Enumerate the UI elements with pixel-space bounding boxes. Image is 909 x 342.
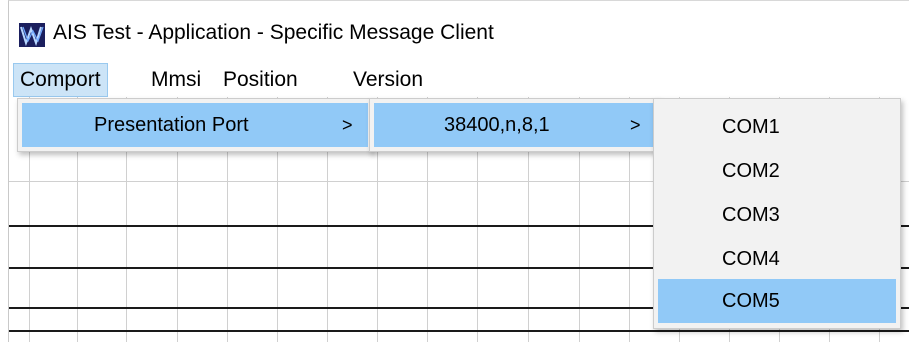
menu-item-label: Presentation Port (94, 114, 249, 136)
app-logo-icon (19, 23, 45, 47)
menu-item-com2[interactable]: COM2 (658, 149, 896, 193)
chevron-right-icon: > (630, 115, 641, 135)
presentation-port-menu: 38400,n,8,1 > (369, 98, 659, 152)
menu-mmsi[interactable]: Mmsi (145, 63, 207, 97)
chevron-right-icon: > (342, 115, 353, 135)
app-window: AIS Test - Application - Specific Messag… (8, 0, 909, 342)
menu-comport[interactable]: Comport (13, 63, 108, 97)
menu-version[interactable]: Version (347, 63, 429, 97)
title-bar[interactable]: AIS Test - Application - Specific Messag… (9, 1, 909, 63)
menu-bar: Comport Mmsi Position Version (9, 63, 909, 97)
comport-menu: Presentation Port > (17, 98, 373, 152)
window-title: AIS Test - Application - Specific Messag… (53, 21, 494, 44)
menu-item-com3[interactable]: COM3 (658, 193, 896, 237)
port-menu: COM1 COM2 COM3 COM4 COM5 (653, 98, 901, 329)
menu-item-presentation-port[interactable]: Presentation Port > (22, 103, 368, 147)
menu-item-com4[interactable]: COM4 (658, 237, 896, 281)
menu-item-com5[interactable]: COM5 (658, 279, 896, 323)
menu-item-label: 38400,n,8,1 (444, 114, 550, 136)
menu-position[interactable]: Position (217, 63, 304, 97)
menu-item-com1[interactable]: COM1 (658, 105, 896, 149)
grid-row-line (9, 330, 909, 332)
menu-item-baud-38400[interactable]: 38400,n,8,1 > (374, 103, 654, 147)
